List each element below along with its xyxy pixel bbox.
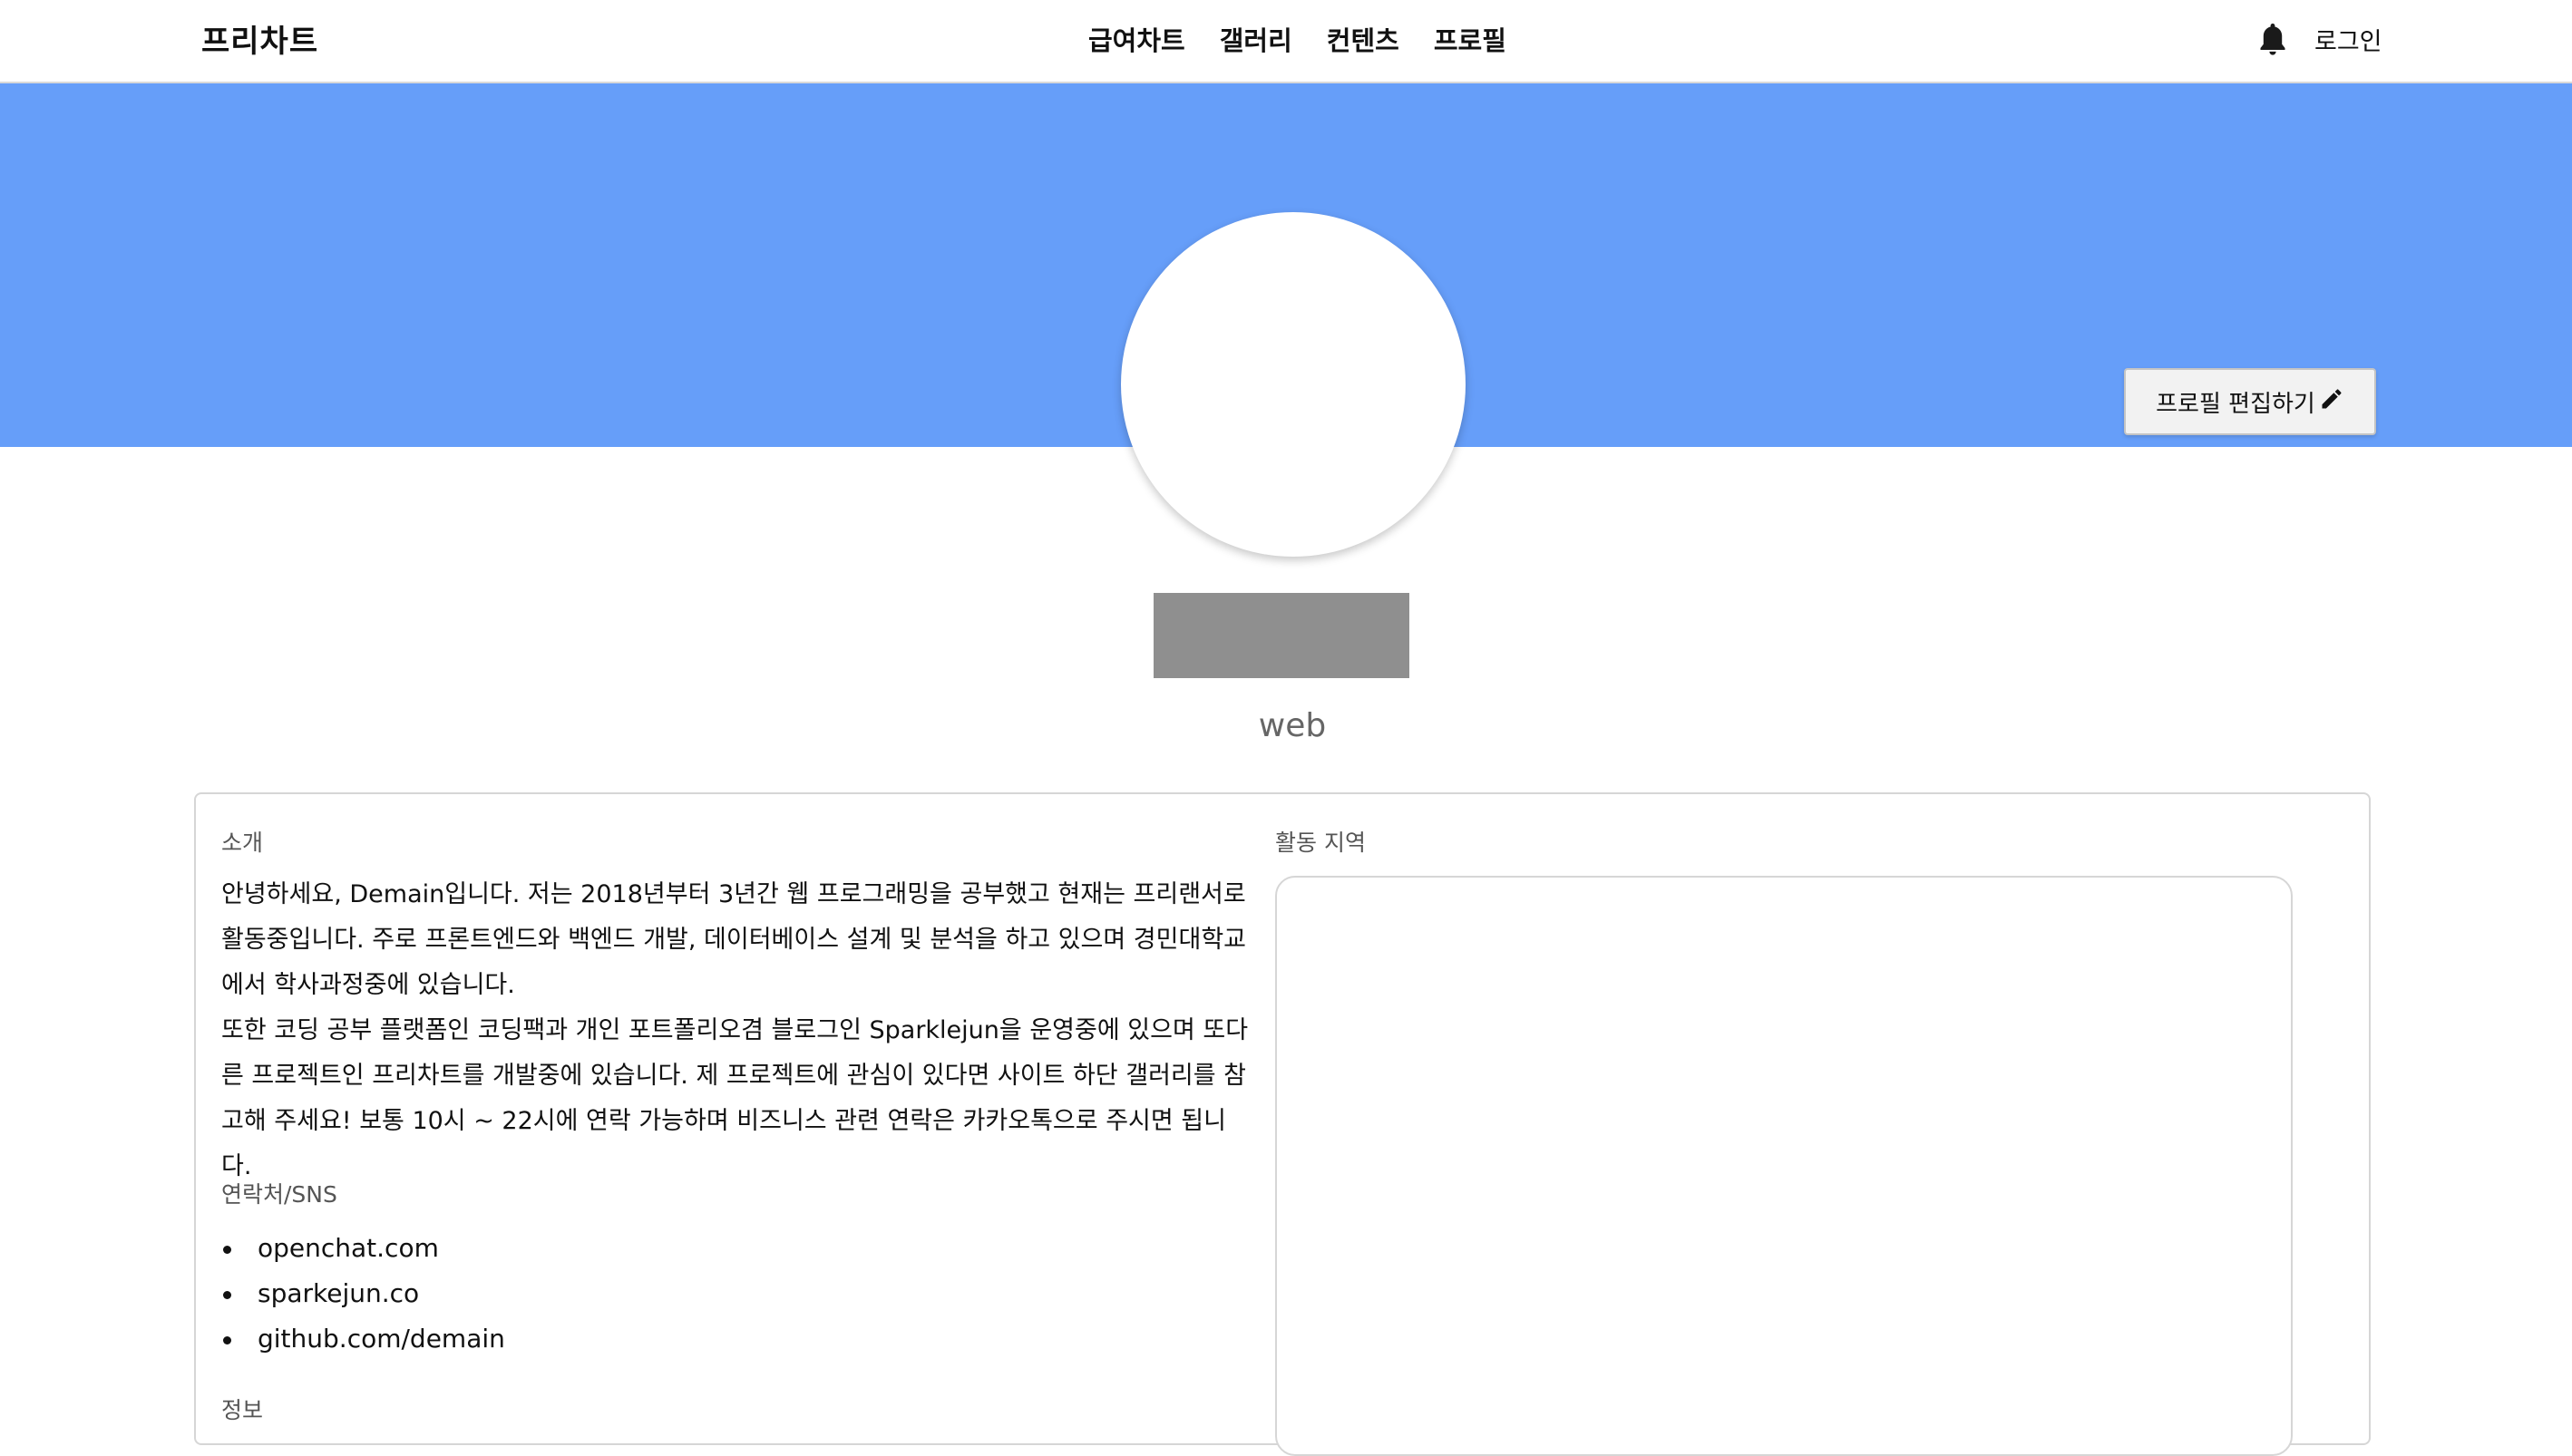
edit-profile-button[interactable]: 프로필 편집하기 bbox=[2124, 368, 2376, 435]
contact-link-openchat[interactable]: openchat.com bbox=[221, 1226, 505, 1271]
nav-link-gallery[interactable]: 갤러리 bbox=[1220, 20, 1292, 58]
intro-paragraph: 안녕하세요, Demain입니다. 저는 2018년부터 3년간 웹 프로그래밍… bbox=[221, 880, 1247, 999]
nav-link-salary-chart[interactable]: 급여차트 bbox=[1088, 20, 1185, 58]
pencil-icon bbox=[2319, 386, 2344, 418]
edit-profile-label: 프로필 편집하기 bbox=[2156, 390, 2315, 418]
nav-link-contents[interactable]: 컨텐츠 bbox=[1327, 20, 1399, 58]
info-label: 정보 bbox=[221, 1397, 264, 1423]
region-label: 활동 지역 bbox=[1275, 830, 1366, 856]
bell-icon[interactable] bbox=[2256, 20, 2289, 60]
contact-link-github[interactable]: github.com/demain bbox=[221, 1316, 505, 1362]
top-navigation: 프리차트 급여차트 갤러리 컨텐츠 프로필 로그인 bbox=[0, 0, 2572, 83]
brand-logo[interactable]: 프리차트 bbox=[201, 16, 318, 61]
contact-link-sparkejun[interactable]: sparkejun.co bbox=[221, 1271, 505, 1316]
region-map[interactable] bbox=[1275, 876, 2293, 1456]
profile-avatar bbox=[1121, 212, 1466, 557]
nav-link-profile[interactable]: 프로필 bbox=[1434, 20, 1506, 58]
contact-label: 연락처/SNS bbox=[221, 1181, 337, 1208]
intro-label: 소개 bbox=[221, 830, 264, 856]
contact-list: openchat.com sparkejun.co github.com/dem… bbox=[221, 1226, 505, 1362]
login-link[interactable]: 로그인 bbox=[2314, 22, 2382, 57]
profile-name-placeholder bbox=[1154, 593, 1409, 678]
profile-role: web bbox=[1258, 707, 1327, 744]
main-menu: 급여차트 갤러리 컨텐츠 프로필 bbox=[1088, 20, 1506, 58]
intro-text: 안녕하세요, Demain입니다. 저는 2018년부터 3년간 웹 프로그래밍… bbox=[221, 872, 1255, 1189]
intro-paragraph: 또한 코딩 공부 플랫폼인 코딩팩과 개인 포트폴리오겸 블로그인 Sparkl… bbox=[221, 1016, 1249, 1180]
